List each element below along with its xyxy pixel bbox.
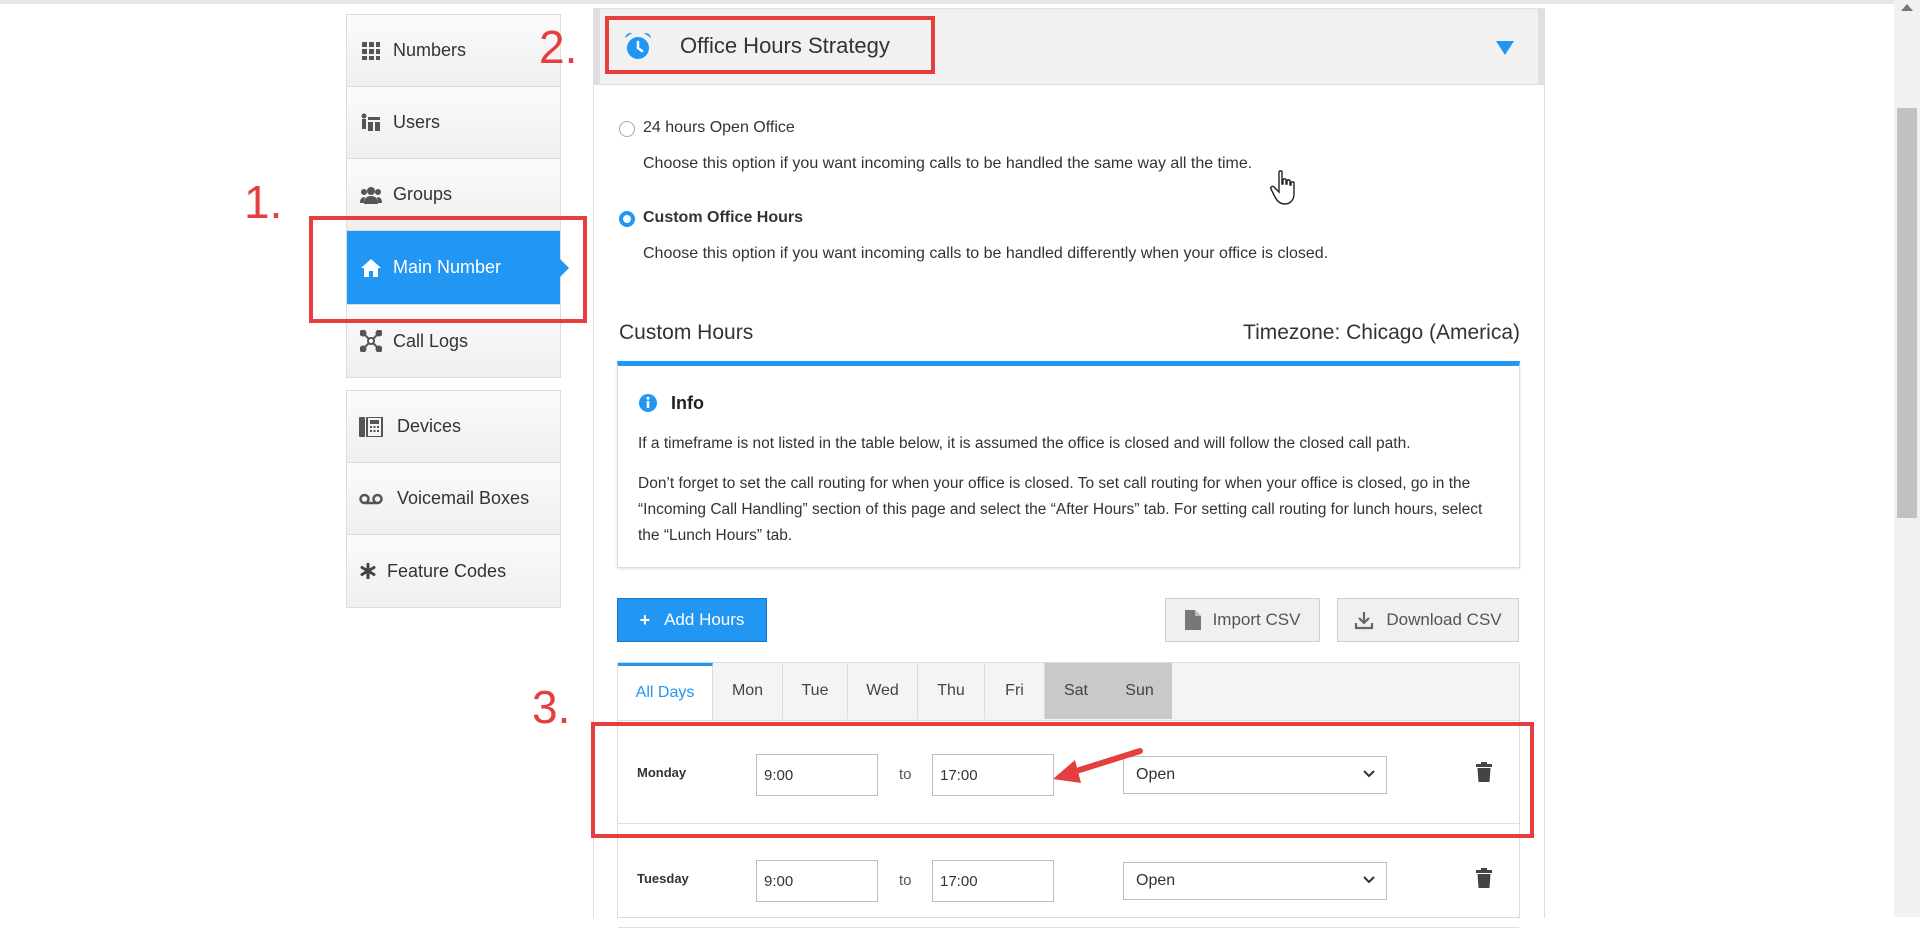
status-select-value: Open <box>1136 872 1176 889</box>
to-time-input[interactable] <box>932 860 1054 902</box>
sidebar-item-label: Numbers <box>393 40 467 60</box>
sidebar-item-call-logs[interactable]: Call Logs <box>347 305 560 377</box>
download-icon <box>1354 610 1374 630</box>
network-icon <box>359 330 383 352</box>
option-label: Custom Office Hours <box>643 209 804 226</box>
sidebar-nav: Numbers Users Groups Main Number Call Lo… <box>346 14 569 608</box>
collapse-caret-icon[interactable] <box>1496 41 1514 55</box>
info-paragraph: If a timeframe is not listed in the tabl… <box>638 435 1411 452</box>
panel-title: Office Hours Strategy <box>680 33 890 58</box>
tab-thu[interactable]: Thu <box>918 663 985 719</box>
from-time-input[interactable] <box>756 860 878 902</box>
add-hours-button[interactable]: + Add Hours <box>617 598 767 642</box>
button-label: Download CSV <box>1386 610 1502 629</box>
info-title: Info <box>671 393 704 413</box>
custom-hours-title: Custom Hours <box>619 321 754 344</box>
hours-table: All Days Mon Tue Wed Thu Fri Sat Sun Mon… <box>617 662 1520 928</box>
sidebar-item-label: Call Logs <box>393 330 469 351</box>
status-select[interactable]: Open <box>1123 862 1387 900</box>
trash-icon[interactable] <box>1476 868 1492 893</box>
scrollbar-thumb[interactable] <box>1897 108 1917 518</box>
info-box: Info If a timeframe is not listed in the… <box>617 361 1520 568</box>
tab-wed[interactable]: Wed <box>848 663 918 719</box>
button-label: Import CSV <box>1212 610 1301 629</box>
option-description: Choose this option if you want incoming … <box>643 155 1253 172</box>
hand-cursor-icon <box>1270 170 1295 205</box>
phone-device-icon <box>359 416 383 438</box>
option-description: Choose this option if you want incoming … <box>643 245 1329 262</box>
tab-sat[interactable]: Sat <box>1045 663 1107 719</box>
plus-icon: + <box>639 609 651 630</box>
sidebar-item-label: Feature Codes <box>387 560 507 581</box>
table-row: Tuesday to Open <box>618 824 1519 928</box>
chevron-down-icon <box>1362 767 1376 786</box>
radio-24-hours[interactable] <box>619 121 635 137</box>
top-border <box>0 0 1920 4</box>
sidebar-item-label: Groups <box>393 184 453 204</box>
sidebar-item-main-number[interactable]: Main Number <box>347 231 569 305</box>
tab-tue[interactable]: Tue <box>783 663 848 719</box>
scroll-up-arrow-icon[interactable] <box>1901 4 1913 11</box>
tab-fri[interactable]: Fri <box>985 663 1045 719</box>
asterisk-icon <box>359 560 377 582</box>
status-select[interactable]: Open <box>1123 756 1387 794</box>
page-scrollbar[interactable] <box>1894 0 1920 917</box>
alarm-clock-icon <box>623 31 653 66</box>
home-icon <box>359 257 383 279</box>
users-icon <box>359 112 383 134</box>
radio-custom-hours[interactable] <box>619 211 635 227</box>
trash-icon[interactable] <box>1476 762 1492 787</box>
from-time-input[interactable] <box>756 754 878 796</box>
sidebar-item-feature-codes[interactable]: Feature Codes <box>347 535 560 607</box>
day-tabs: All Days Mon Tue Wed Thu Fri Sat Sun <box>618 663 1519 721</box>
grid-icon <box>359 40 383 62</box>
info-paragraph: Don’t forget to set the call routing for… <box>638 475 1483 544</box>
sidebar-group-secondary: Devices Voicemail Boxes Feature Codes <box>346 390 561 608</box>
download-csv-button[interactable]: Download CSV <box>1337 598 1519 642</box>
day-label: Monday <box>637 765 687 780</box>
sidebar-item-devices[interactable]: Devices <box>347 391 560 463</box>
sidebar-item-groups[interactable]: Groups <box>347 159 560 231</box>
tab-all-days[interactable]: All Days <box>618 663 713 720</box>
group-icon <box>359 184 383 206</box>
info-icon <box>638 393 658 418</box>
chevron-down-icon <box>1362 873 1376 892</box>
voicemail-icon <box>359 488 383 510</box>
sidebar-group-primary: Numbers Users Groups Main Number Call Lo… <box>346 14 569 378</box>
sidebar-item-label: Devices <box>397 416 462 436</box>
annotation-arrow <box>1053 748 1143 783</box>
panel-header[interactable]: Office Hours Strategy <box>594 9 1544 85</box>
tab-mon[interactable]: Mon <box>713 663 783 719</box>
to-label: to <box>899 766 912 783</box>
sidebar-item-label: Main Number <box>393 257 502 277</box>
button-label: Add Hours <box>664 610 745 629</box>
annotation-step-2: 2. <box>539 21 578 73</box>
to-time-input[interactable] <box>932 754 1054 796</box>
sidebar-item-numbers[interactable]: Numbers <box>347 15 560 87</box>
import-csv-button[interactable]: Import CSV <box>1165 598 1320 642</box>
sidebar-item-label: Voicemail Boxes <box>397 488 530 508</box>
sidebar-item-users[interactable]: Users <box>347 87 560 159</box>
annotation-step-3: 3. <box>532 681 571 733</box>
sidebar-item-voicemail-boxes[interactable]: Voicemail Boxes <box>347 463 560 535</box>
sidebar-item-label: Users <box>393 112 441 132</box>
file-icon <box>1184 610 1201 630</box>
timezone-label: Timezone: Chicago (America) <box>1243 321 1520 344</box>
day-label: Tuesday <box>637 871 689 886</box>
annotation-step-1: 1. <box>244 176 283 228</box>
option-label: 24 hours Open Office <box>643 119 795 136</box>
to-label: to <box>899 872 912 889</box>
tab-sun[interactable]: Sun <box>1107 663 1172 719</box>
